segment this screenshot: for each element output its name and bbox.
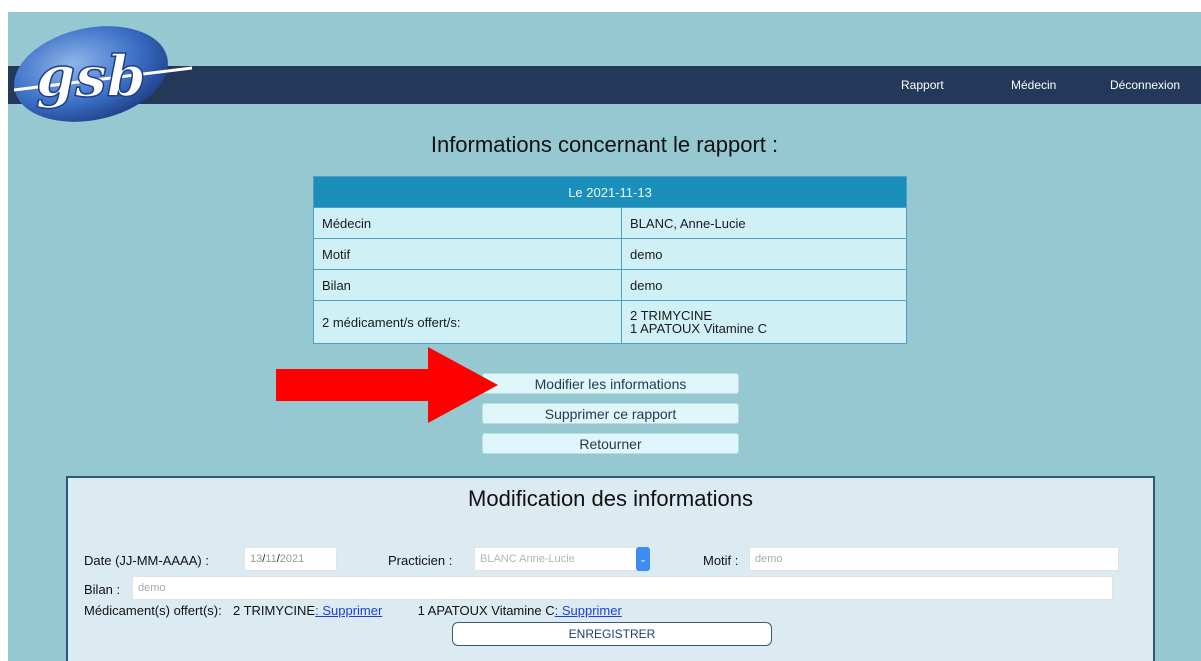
retourner-button[interactable]: Retourner	[482, 433, 739, 454]
nav-rapport[interactable]: Rapport	[901, 66, 944, 104]
motif-placeholder: demo	[755, 553, 783, 565]
page-title: Informations concernant le rapport :	[430, 132, 779, 157]
table-row: 2 médicament/s offert/s: 2 TRIMYCINE 1 A…	[313, 300, 907, 344]
praticien-label: Practicien :	[388, 553, 453, 568]
date-year: 2021	[279, 553, 305, 565]
row-value-medicaments: 2 TRIMYCINE 1 APATOUX Vitamine C	[621, 300, 907, 344]
date-label: Date (JJ-MM-AAAA) :	[84, 553, 209, 568]
page: Rapport Médecin Déconnexion gsb Informat…	[8, 12, 1201, 661]
supprimer-medicament-1-link[interactable]: : Supprimer	[315, 603, 382, 618]
medicament-1: 2 TRIMYCINE	[233, 603, 316, 618]
report-date: Le 2021-11-13	[313, 176, 907, 208]
row-value-medecin: BLANC, Anne-Lucie	[621, 207, 907, 239]
praticien-value: BLANC Anne-Lucie	[480, 553, 575, 565]
modification-panel: Modification des informations Date (JJ-M…	[66, 476, 1155, 661]
nav-medecin[interactable]: Médecin	[1011, 66, 1056, 104]
supprimer-button[interactable]: Supprimer ce rapport	[482, 403, 739, 424]
medicaments-label: Médicament(s) offert(s):	[84, 603, 222, 618]
medicaments-row: Médicament(s) offert(s): 2 TRIMYCINE: Su…	[84, 603, 622, 618]
medicament-item: 1 APATOUX Vitamine C	[630, 321, 768, 336]
row-label-medecin: Médecin	[313, 207, 622, 239]
medicament-2: 1 APATOUX Vitamine C	[417, 603, 555, 618]
bilan-label: Bilan :	[84, 582, 121, 597]
enregistrer-button[interactable]: ENREGISTRER	[452, 622, 772, 646]
date-field[interactable]: 13/11/2021	[244, 547, 337, 571]
table-row: Médecin BLANC, Anne-Lucie	[313, 207, 907, 239]
table-header-row: Le 2021-11-13	[313, 176, 907, 208]
red-arrow-icon	[276, 347, 498, 423]
date-day: 13	[250, 553, 263, 565]
chevron-down-icon: ⌄	[636, 547, 650, 571]
gsb-logo: gsb	[13, 26, 193, 122]
bilan-placeholder: demo	[138, 582, 166, 594]
row-label-motif: Motif	[313, 238, 622, 270]
supprimer-medicament-2-link[interactable]: : Supprimer	[555, 603, 622, 618]
bilan-input[interactable]: demo	[132, 576, 1113, 600]
nav-deconnexion[interactable]: Déconnexion	[1110, 66, 1180, 104]
motif-input[interactable]: demo	[749, 547, 1119, 571]
logo-text: gsb	[36, 44, 146, 110]
date-month: 11	[265, 553, 277, 565]
report-info-table: Le 2021-11-13 Médecin BLANC, Anne-Lucie …	[313, 176, 907, 344]
table-row: Bilan demo	[313, 269, 907, 301]
praticien-select[interactable]: BLANC Anne-Lucie ⌄	[474, 547, 650, 571]
row-label-medicaments: 2 médicament/s offert/s:	[313, 300, 622, 344]
row-value-motif: demo	[621, 238, 907, 270]
modifier-button[interactable]: Modifier les informations	[482, 373, 739, 394]
table-row: Motif demo	[313, 238, 907, 270]
panel-title: Modification des informations	[468, 486, 753, 511]
motif-label: Motif :	[703, 553, 739, 568]
row-value-bilan: demo	[621, 269, 907, 301]
row-label-bilan: Bilan	[313, 269, 622, 301]
